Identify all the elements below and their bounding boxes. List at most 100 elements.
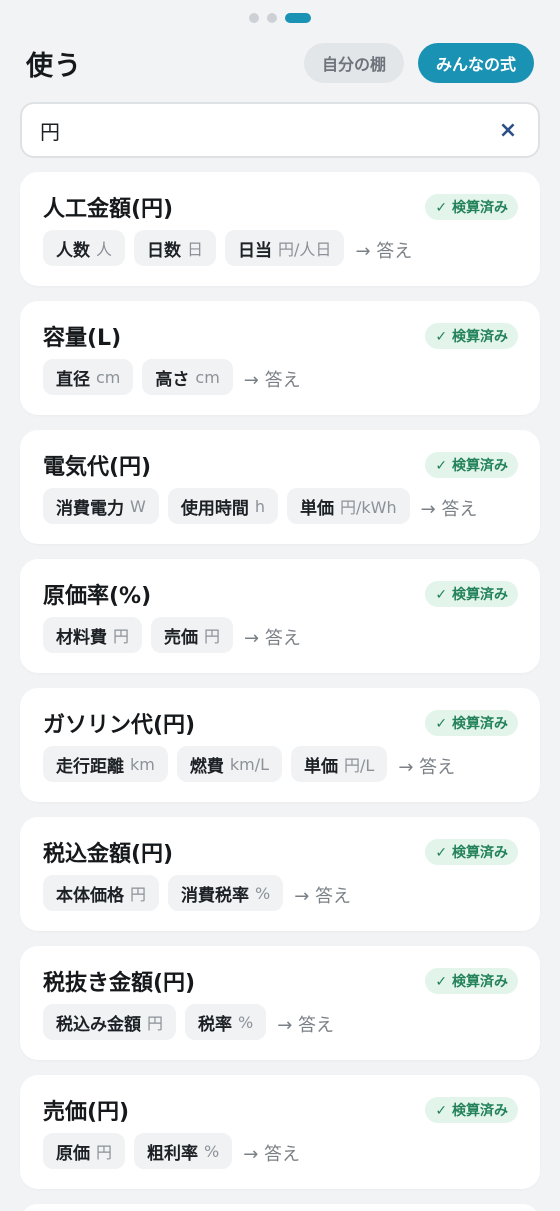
verified-badge: ✓ 検算済み <box>425 323 518 349</box>
formula-card-header: 税抜き金額(円) ✓ 検算済み <box>43 964 518 998</box>
formula-title: 人工金額(円) <box>43 197 174 222</box>
input-unit: 円/L <box>344 756 375 775</box>
formula-card-partial[interactable] <box>20 1204 540 1211</box>
search-box: × <box>20 102 540 158</box>
input-chip[interactable]: 税率% <box>185 1004 267 1040</box>
community-formulas-button[interactable]: みんなの式 <box>417 43 534 83</box>
page-dot-3-active[interactable] <box>285 13 311 23</box>
input-chip[interactable]: 税込み金額円 <box>43 1004 177 1040</box>
input-chip[interactable]: 人数人 <box>43 230 126 266</box>
input-unit: 人 <box>96 240 113 259</box>
input-label: 日当 <box>238 240 273 261</box>
formula-card-header: 電気代(円) ✓ 検算済み <box>43 448 518 482</box>
input-label: 高さ <box>155 369 190 390</box>
formula-card[interactable]: 売価(円) ✓ 検算済み 原価円粗利率% → 答え <box>20 1075 540 1189</box>
input-chip[interactable]: 単価 円/kWh <box>286 488 410 524</box>
input-unit: 日 <box>187 240 204 259</box>
input-chip[interactable]: 消費電力 W <box>43 488 159 524</box>
formula-inputs: 直径 cm 高さ cm → 答え <box>43 359 518 395</box>
input-chip[interactable]: 使用時間 h <box>167 488 278 524</box>
formula-card[interactable]: 容量(L) ✓ 検算済み直径 cm 高さ cm → 答え <box>20 301 540 415</box>
input-unit: 円 <box>204 627 221 646</box>
verified-badge: ✓ 検算済み <box>425 710 518 736</box>
formula-card-header: 売価(円) ✓ 検算済み <box>43 1093 518 1127</box>
input-chip[interactable]: 材料費円 <box>43 617 143 653</box>
input-label: 原価 <box>56 1143 90 1164</box>
formula-title: 電気代(円) <box>43 455 152 480</box>
formula-card-header: 容量(L) ✓ 検算済み <box>43 319 518 353</box>
input-chip[interactable]: 高さ cm <box>142 359 233 395</box>
page-dot-2[interactable] <box>267 13 277 23</box>
input-chip[interactable]: 燃費 km/L <box>176 746 283 782</box>
input-chip[interactable]: 本体価格円 <box>43 875 160 911</box>
input-unit: km/L <box>229 754 270 774</box>
my-shelf-button[interactable]: 自分の棚 <box>303 43 404 83</box>
input-unit: W <box>130 496 146 516</box>
input-chip[interactable]: 日数日 <box>134 230 217 266</box>
verified-badge: ✓ 検算済み <box>425 968 518 994</box>
header: 使う 自分の棚 みんなの式 <box>26 40 534 86</box>
input-label: 税込み金額 <box>56 1014 141 1035</box>
input-chip[interactable]: 売価円 <box>151 617 234 653</box>
verified-badge: ✓ 検算済み <box>425 839 518 865</box>
header-buttons: 自分の棚 みんなの式 <box>303 43 534 83</box>
formula-inputs: 材料費円売価円 → 答え <box>43 617 518 653</box>
formula-card[interactable]: 税込金額(円) ✓ 検算済み 本体価格円消費税率% → 答え <box>20 817 540 931</box>
formula-title: 容量(L) <box>43 326 122 351</box>
verified-badge: ✓ 検算済み <box>425 581 518 607</box>
input-chip[interactable]: 原価円 <box>43 1133 126 1169</box>
answer-arrow: → 答え <box>277 1015 335 1036</box>
input-label: 単価 <box>304 756 339 777</box>
input-unit: 円 <box>96 1143 113 1162</box>
input-unit: % <box>204 1141 220 1161</box>
input-label: 材料費 <box>56 627 107 648</box>
input-chip[interactable]: 日当 円/人日 <box>225 230 345 266</box>
formula-inputs: 税込み金額円税率% → 答え <box>43 1004 518 1040</box>
search-input[interactable] <box>40 118 496 142</box>
input-label: 単価 <box>299 498 334 519</box>
clear-icon[interactable]: × <box>496 118 520 143</box>
input-chip[interactable]: 走行距離 km <box>43 746 168 782</box>
formula-title: 税抜き金額(円) <box>43 971 196 996</box>
input-unit: % <box>255 883 271 903</box>
input-label: 消費税率 <box>181 885 250 906</box>
input-label: 人数 <box>56 240 90 261</box>
formula-card[interactable]: 人工金額(円) ✓ 検算済み 人数人日数日日当 円/人日 → 答え <box>20 172 540 286</box>
input-unit: 円/kWh <box>339 498 397 517</box>
input-label: 売価 <box>164 627 199 648</box>
input-label: 走行距離 <box>56 756 124 777</box>
formula-card-header: ガソリン代(円) ✓ 検算済み <box>43 706 518 740</box>
formula-inputs: 本体価格円消費税率% → 答え <box>43 875 518 911</box>
verified-badge: ✓ 検算済み <box>425 194 518 220</box>
input-chip[interactable]: 単価 円/L <box>291 746 388 782</box>
input-label: 使用時間 <box>180 498 249 519</box>
input-chip[interactable]: 直径 cm <box>43 359 134 395</box>
formula-inputs: 人数人日数日日当 円/人日 → 答え <box>43 230 518 266</box>
input-unit: 円/人日 <box>278 240 332 259</box>
formula-title: ガソリン代(円) <box>43 713 196 738</box>
verified-badge: ✓ 検算済み <box>425 452 518 478</box>
input-label: 本体価格 <box>56 885 124 906</box>
input-chip[interactable]: 粗利率% <box>134 1133 233 1169</box>
formula-card-header: 人工金額(円) ✓ 検算済み <box>43 190 518 224</box>
answer-arrow: → 答え <box>243 370 301 391</box>
input-label: 直径 <box>56 369 90 390</box>
input-unit: 円 <box>113 627 130 646</box>
formula-card[interactable]: 原価率(%) ✓ 検算済み 材料費円売価円 → 答え <box>20 559 540 673</box>
formula-card-header: 原価率(%) ✓ 検算済み <box>43 577 518 611</box>
answer-arrow: → 答え <box>243 1144 301 1165</box>
input-chip[interactable]: 消費税率% <box>168 875 284 911</box>
formula-inputs: 走行距離 km 燃費 km/L 単価 円/L → 答え <box>43 746 518 782</box>
input-label: 燃費 <box>189 756 224 777</box>
formula-list: 人工金額(円) ✓ 検算済み 人数人日数日日当 円/人日 → 答え 容量(L) ✓ 検算済み… <box>20 172 540 1211</box>
answer-arrow: → 答え <box>355 241 413 262</box>
input-unit: 円 <box>147 1014 164 1033</box>
input-unit: 円 <box>130 885 147 904</box>
formula-card[interactable]: 電気代(円) ✓ 検算済み 消費電力 W 使用時間 h 単価 円/kWh → 答え <box>20 430 540 544</box>
formula-card[interactable]: ガソリン代(円) ✓ 検算済み 走行距離 km 燃費 km/L 単価 円/L → 答え <box>20 688 540 802</box>
page-dot-1[interactable] <box>249 13 259 23</box>
formula-inputs: 原価円粗利率% → 答え <box>43 1133 518 1169</box>
formula-card[interactable]: 税抜き金額(円) ✓ 検算済み 税込み金額円税率% → 答え <box>20 946 540 1060</box>
input-label: 粗利率 <box>147 1143 199 1164</box>
formula-title: 税込金額(円) <box>43 842 174 867</box>
